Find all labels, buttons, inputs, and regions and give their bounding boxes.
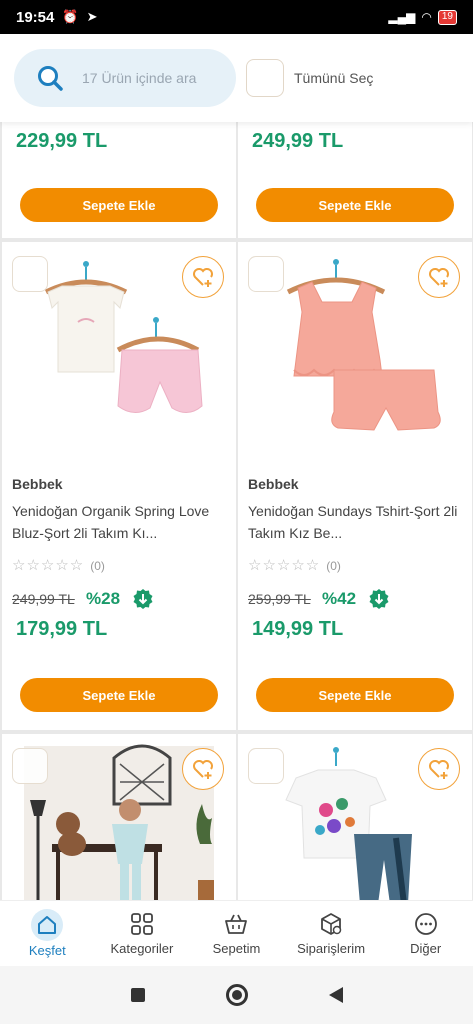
nav-label: Kategoriler [110,941,174,956]
add-to-cart-button[interactable]: Sepete Ekle [256,678,454,712]
nav-label: Sepetim [212,941,261,956]
product-price: 179,99 TL [16,618,108,640]
nav-label: Keşfet [28,943,66,958]
product-grid[interactable]: 229,99 TL Sepete Ekle 249,99 TL Sepete E… [0,122,473,900]
back-icon[interactable] [328,987,343,1003]
heart-plus-icon [429,268,449,287]
review-count: (0) [90,559,105,573]
navigation-icon: ➤ [86,9,98,24]
package-icon [321,913,342,935]
grid-icon [130,913,153,935]
product-price: 249,99 TL [252,130,344,152]
add-to-favorites-button[interactable] [182,748,224,790]
product-card[interactable]: 249,99 TL Sepete Ekle [238,122,472,238]
wifi-icon: ◠ [421,10,432,24]
product-select-checkbox[interactable] [12,256,48,292]
old-price: 259,99 TL [248,591,311,607]
select-all-checkbox[interactable] [246,59,284,97]
product-name[interactable]: Yenidoğan Sundays Tshirt-Şort 2li Takım … [248,500,462,544]
heart-plus-icon [429,760,449,779]
product-select-checkbox[interactable] [248,256,284,292]
product-card[interactable] [2,734,236,900]
heart-plus-icon [193,760,213,779]
add-to-cart-button[interactable]: Sepete Ekle [256,188,454,222]
status-time: 19:54 [16,8,55,26]
discount-down-icon [133,589,153,609]
product-price: 229,99 TL [16,130,108,152]
bottom-navigation: Keşfet Kategoriler Sepetim Siparişlerim [0,900,473,966]
list-header: 17 Ürün içinde ara Tümünü Seç [0,34,473,122]
nav-item-kategoriler[interactable]: Kategoriler [95,901,190,966]
search-bar[interactable]: 17 Ürün içinde ara [14,49,236,107]
product-card[interactable] [238,734,472,900]
battery-icon: 19 [437,9,457,25]
search-input[interactable]: 17 Ürün içinde ara [82,70,196,86]
add-to-cart-button[interactable]: Sepete Ekle [20,678,218,712]
nav-item-kesfet[interactable]: Keşfet [0,901,95,966]
alarm-icon: ⏰ [62,9,79,24]
product-brand: Bebbek [248,476,299,492]
product-select-checkbox[interactable] [12,748,48,784]
discount-rate: %42 [322,589,357,608]
select-all[interactable]: Tümünü Seç [246,59,373,97]
add-to-favorites-button[interactable] [418,748,460,790]
nav-item-sepetim[interactable]: Sepetim [189,901,284,966]
status-bar: 19:54 ⏰ ➤ ▂▄▆ ◠ 19 [0,0,473,34]
rating-stars: ☆☆☆☆☆ (0) [248,557,341,574]
nav-item-siparislerim[interactable]: Siparişlerim [284,901,379,966]
signal-icon: ▂▄▆ [388,10,416,24]
more-icon [414,913,437,935]
search-icon [38,66,63,91]
home-button-icon[interactable] [225,984,248,1006]
nav-item-diger[interactable]: Diğer [378,901,473,966]
basket-icon [225,914,248,934]
rating-stars: ☆☆☆☆☆ (0) [12,557,105,574]
recents-icon[interactable] [130,988,145,1002]
product-select-checkbox[interactable] [248,748,284,784]
old-price: 249,99 TL [12,591,75,607]
discount-rate: %28 [86,589,121,608]
add-to-cart-button[interactable]: Sepete Ekle [20,188,218,222]
product-card[interactable]: Bebbek Yenidoğan Sundays Tshirt-Şort 2li… [238,242,472,730]
add-to-favorites-button[interactable] [182,256,224,298]
heart-plus-icon [193,268,213,287]
discount-down-icon [369,589,389,609]
product-brand: Bebbek [12,476,63,492]
review-count: (0) [326,559,341,573]
system-navigation-bar [0,966,473,1024]
home-icon [31,909,64,941]
product-card[interactable]: 229,99 TL Sepete Ekle [2,122,236,238]
add-to-favorites-button[interactable] [418,256,460,298]
nav-label: Diğer [410,941,442,956]
select-all-label: Tümünü Seç [294,70,374,86]
product-name[interactable]: Yenidoğan Organik Spring Love Bluz-Şort … [12,500,226,544]
product-price: 149,99 TL [252,618,344,640]
product-card[interactable]: Bebbek Yenidoğan Organik Spring Love Blu… [2,242,236,730]
nav-label: Siparişlerim [297,941,366,956]
